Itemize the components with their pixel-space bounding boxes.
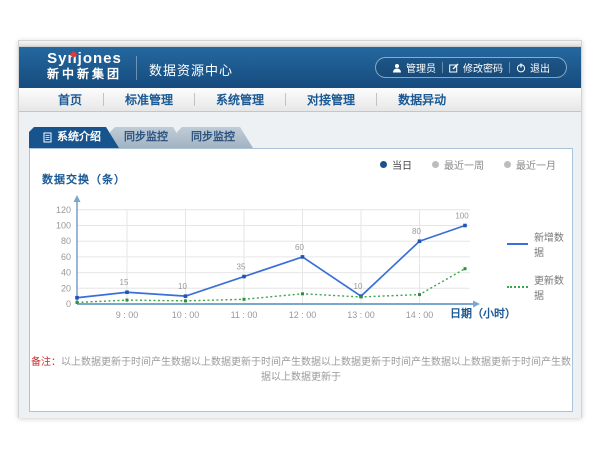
svg-text:10: 10 — [178, 282, 187, 291]
svg-text:10: 10 — [354, 282, 363, 291]
radio-dot-icon — [504, 161, 511, 168]
app-window: Synjones 新中新集团 数据资源中心 管理员 修改密码 退出 — [18, 40, 582, 418]
admin-user-label: 管理员 — [406, 60, 436, 75]
nav-item-standard-mgmt[interactable]: 标准管理 — [104, 91, 194, 108]
range-option-label: 当日 — [392, 157, 412, 172]
document-icon — [43, 132, 52, 143]
svg-text:9 : 00: 9 : 00 — [116, 310, 139, 320]
logout-button[interactable]: 退出 — [510, 60, 556, 75]
logo-text-en: Synjones — [47, 51, 122, 68]
change-password-button[interactable]: 修改密码 — [443, 60, 509, 75]
svg-text:10 : 00: 10 : 00 — [172, 310, 200, 320]
person-icon — [392, 63, 402, 73]
svg-text:60: 60 — [295, 243, 304, 252]
main-nav: 首页 标准管理 系统管理 对接管理 数据异动 — [19, 88, 581, 112]
range-option-today[interactable]: 当日 — [380, 157, 412, 172]
admin-user-button[interactable]: 管理员 — [386, 60, 442, 75]
legend-item-updated-data: 更新数据 — [507, 272, 572, 302]
tab-system-intro[interactable]: 系统介绍 — [29, 127, 119, 148]
app-title: 数据资源中心 — [149, 60, 233, 79]
svg-text:80: 80 — [412, 227, 421, 236]
tab-label: 系统介绍 — [57, 127, 101, 148]
content-area: 系统介绍 同步监控 同步监控 当日 最近一周 — [19, 112, 581, 418]
svg-text:12 : 00: 12 : 00 — [289, 310, 317, 320]
svg-text:35: 35 — [237, 263, 246, 272]
chart-panel: 当日 最近一周 最近一月 数据交换（条） 0204060801001209 : … — [29, 148, 573, 412]
brand-logo: Synjones 新中新集团 — [47, 51, 122, 81]
dotted-line-icon — [507, 286, 528, 288]
svg-text:13 : 00: 13 : 00 — [347, 310, 375, 320]
nav-item-data-change[interactable]: 数据异动 — [377, 91, 467, 108]
svg-text:80: 80 — [61, 236, 71, 246]
svg-text:100: 100 — [455, 212, 469, 221]
range-option-last-month[interactable]: 最近一月 — [504, 157, 556, 172]
range-option-label: 最近一月 — [516, 157, 556, 172]
tab-bar: 系统介绍 同步监控 同步监控 — [29, 127, 253, 148]
svg-text:100: 100 — [56, 221, 71, 231]
header-divider — [136, 56, 137, 80]
power-icon — [516, 63, 526, 73]
legend-label: 更新数据 — [534, 272, 572, 302]
footnote-text: 以上数据更新于时间产生数据以上数据更新于时间产生数据以上数据更新于时间产生数据以… — [61, 357, 571, 383]
logo-text-cn: 新中新集团 — [47, 68, 122, 81]
x-axis-title: 日期（小时） — [450, 305, 516, 321]
svg-text:14 : 00: 14 : 00 — [406, 310, 434, 320]
range-option-last-week[interactable]: 最近一周 — [432, 157, 484, 172]
svg-text:15: 15 — [120, 278, 129, 287]
tab-label: 同步监控 — [124, 127, 168, 148]
footnote: 备注：以上数据更新于时间产生数据以上数据更新于时间产生数据以上数据更新于时间产生… — [30, 353, 572, 383]
radio-dot-icon — [432, 161, 439, 168]
screenshot-canvas: Synjones 新中新集团 数据资源中心 管理员 修改密码 退出 — [0, 0, 600, 450]
svg-text:40: 40 — [61, 268, 71, 278]
nav-item-interface-mgmt[interactable]: 对接管理 — [286, 91, 376, 108]
logout-label: 退出 — [530, 60, 550, 75]
change-password-label: 修改密码 — [463, 60, 503, 75]
legend-label: 新增数据 — [534, 229, 572, 259]
tab-sync-monitor-1[interactable]: 同步监控 — [110, 127, 186, 148]
edit-icon — [449, 63, 459, 73]
svg-text:11 : 00: 11 : 00 — [231, 310, 258, 320]
footnote-label: 备注： — [31, 357, 61, 368]
range-option-label: 最近一周 — [444, 157, 484, 172]
user-menu: 管理员 修改密码 退出 — [375, 57, 567, 78]
svg-text:60: 60 — [61, 252, 71, 262]
svg-text:0: 0 — [66, 299, 71, 309]
range-selector: 当日 最近一周 最近一月 — [380, 157, 556, 172]
nav-item-system-mgmt[interactable]: 系统管理 — [195, 91, 285, 108]
nav-item-home[interactable]: 首页 — [37, 91, 103, 108]
svg-text:20: 20 — [61, 283, 71, 293]
radio-dot-icon — [380, 161, 387, 168]
tab-label: 同步监控 — [191, 127, 235, 148]
svg-text:120: 120 — [56, 205, 71, 215]
tab-sync-monitor-2[interactable]: 同步监控 — [177, 127, 253, 148]
chart-legend: 新增数据 更新数据 — [507, 229, 572, 302]
legend-item-new-data: 新增数据 — [507, 229, 572, 259]
app-header: Synjones 新中新集团 数据资源中心 管理员 修改密码 退出 — [19, 47, 581, 88]
solid-line-icon — [507, 243, 528, 245]
